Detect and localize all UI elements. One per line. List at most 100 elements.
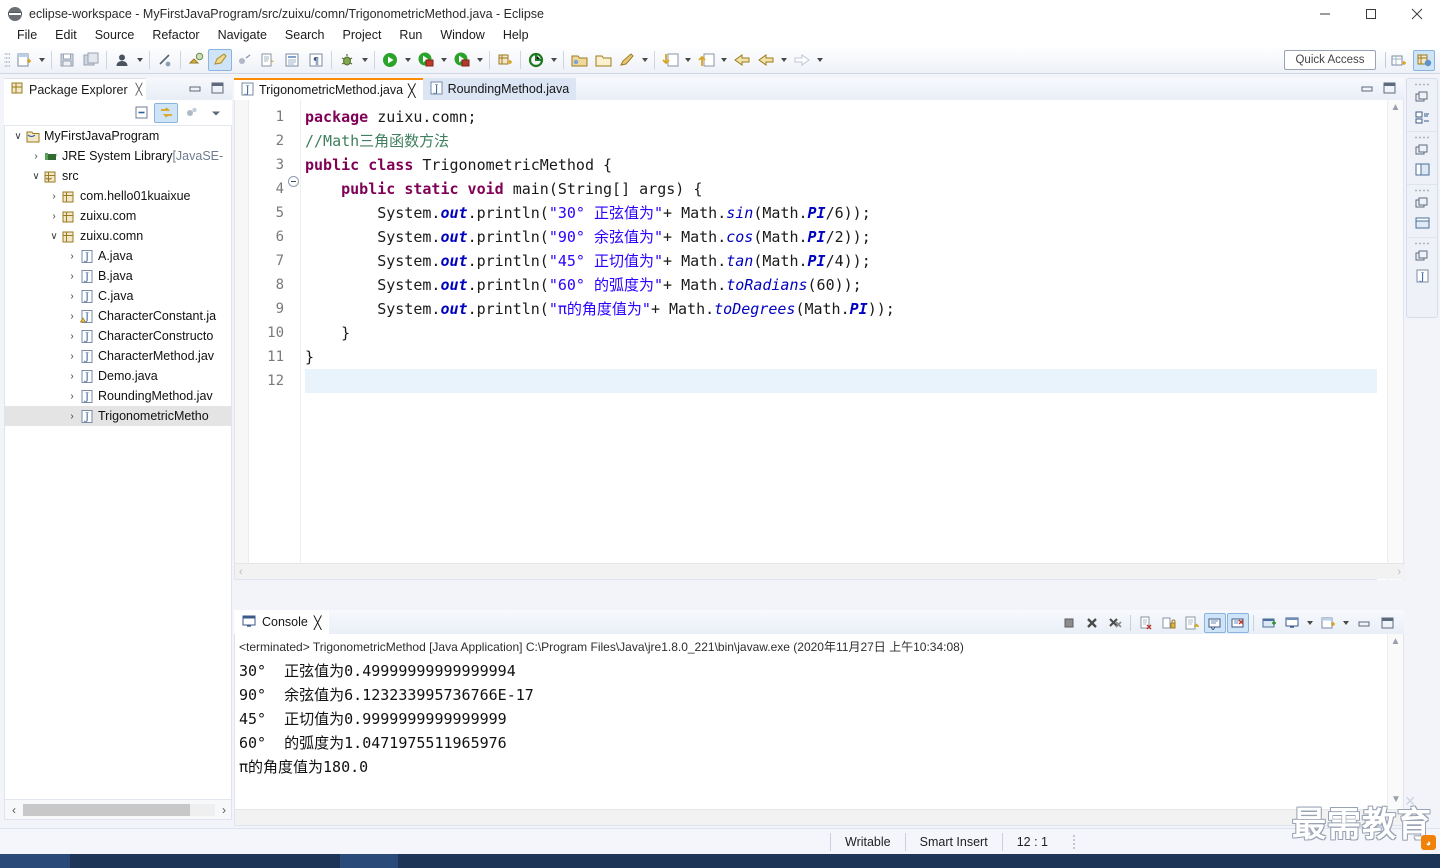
import-icon[interactable]	[658, 49, 682, 71]
previous-edit-icon[interactable]	[730, 49, 754, 71]
menu-project[interactable]: Project	[334, 26, 391, 44]
coverage-dropdown[interactable]	[548, 49, 560, 71]
chevron-down-icon[interactable]: ∨	[47, 231, 61, 242]
menu-navigate[interactable]: Navigate	[209, 26, 276, 44]
maximize-button[interactable]	[210, 81, 224, 98]
chevron-right-icon[interactable]: ›	[65, 371, 79, 382]
menu-run[interactable]: Run	[390, 26, 431, 44]
tree-item-b-java[interactable]: › J B.java	[5, 266, 231, 286]
close-icon[interactable]: ╳	[408, 83, 416, 98]
link-with-editor-icon[interactable]	[154, 102, 178, 123]
taskbar-item[interactable]	[0, 854, 70, 868]
save-icon[interactable]	[55, 49, 79, 71]
scroll-up-icon[interactable]: ▲	[1388, 634, 1403, 650]
chevron-right-icon[interactable]: ›	[65, 291, 79, 302]
export-icon[interactable]	[694, 49, 718, 71]
scroll-up-icon[interactable]: ▲	[1388, 100, 1403, 116]
open-console-icon[interactable]	[1317, 613, 1339, 633]
console-body[interactable]: <terminated> TrigonometricMethod [Java A…	[234, 634, 1404, 826]
chevron-down-icon[interactable]: ∨	[11, 131, 25, 142]
menu-search[interactable]: Search	[276, 26, 334, 44]
clear-console-icon[interactable]	[1135, 613, 1157, 633]
menu-source[interactable]: Source	[86, 26, 144, 44]
tree-item-c-java[interactable]: › J C.java	[5, 286, 231, 306]
close-icon[interactable]: ╳	[314, 615, 322, 630]
chevron-right-icon[interactable]: ›	[47, 191, 61, 202]
open-task-icon[interactable]	[280, 49, 304, 71]
minimize-button[interactable]	[1353, 613, 1375, 633]
pilcrow-icon[interactable]: ¶	[304, 49, 328, 71]
coverage-icon[interactable]	[524, 49, 548, 71]
user-dropdown[interactable]	[134, 49, 146, 71]
code-line[interactable]: package zuixu.comn;	[305, 105, 1377, 129]
new-wizard-icon[interactable]	[12, 49, 36, 71]
java-perspective-icon[interactable]	[1413, 50, 1435, 71]
annotations-icon[interactable]	[232, 49, 256, 71]
editor-code[interactable]: package zuixu.comn; //Math三角函数方法 public cl…	[305, 100, 1377, 393]
editor-body[interactable]: 1 2 3 4 5 6 7 8 9 10 11 12 package zuixu.comn;//Mat…	[234, 100, 1405, 580]
chevron-right-icon[interactable]: ›	[47, 211, 61, 222]
back-icon[interactable]	[754, 49, 778, 71]
quick-access-input[interactable]: Quick Access	[1284, 50, 1376, 70]
tree-item-myfirstjavaprogram[interactable]: ∨ MyFirstJavaProgram	[5, 126, 231, 146]
scroll-right-icon[interactable]: ›	[215, 803, 231, 817]
scroll-left-icon[interactable]: ‹	[5, 803, 23, 817]
menu-file[interactable]: File	[8, 26, 46, 44]
tree-item-roundingmethod-jav[interactable]: › J RoundingMethod.jav	[5, 386, 231, 406]
maximize-button[interactable]	[1376, 613, 1398, 633]
menu-refactor[interactable]: Refactor	[143, 26, 208, 44]
console-output[interactable]: 30° 正弦值为0.49999999999999994 90° 余弦值为6.123…	[235, 657, 1403, 779]
tree-item-charactermethod-jav[interactable]: › J CharacterMethod.jav	[5, 346, 231, 366]
restore-icon[interactable]	[1411, 246, 1433, 266]
menu-help[interactable]: Help	[494, 26, 538, 44]
open-resource-icon[interactable]	[591, 49, 615, 71]
run-dropdown[interactable]	[402, 49, 414, 71]
run-icon[interactable]	[378, 49, 402, 71]
scroll-thumb[interactable]	[23, 803, 190, 816]
menu-window[interactable]: Window	[431, 26, 493, 44]
maximize-button[interactable]	[1382, 81, 1396, 98]
tree-item-demo-java[interactable]: › J Demo.java	[5, 366, 231, 386]
code-line[interactable]: public class TrigonometricMethod {	[305, 153, 1377, 177]
code-line[interactable]: System.out.println("90° 余弦值为"+ Math.cos(…	[305, 225, 1377, 249]
restore-icon[interactable]	[1411, 193, 1433, 213]
code-line[interactable]: }	[305, 345, 1377, 369]
scroll-right-icon[interactable]: ›	[1397, 566, 1401, 578]
new-wizard-dropdown[interactable]	[36, 49, 48, 71]
word-wrap-icon[interactable]	[1181, 613, 1203, 633]
remove-all-terminated-icon[interactable]	[1104, 613, 1126, 633]
back-dropdown[interactable]	[778, 49, 790, 71]
new-java-package-icon[interactable]	[493, 49, 517, 71]
scroll-left-icon[interactable]: ‹	[239, 566, 243, 578]
chevron-right-icon[interactable]: ›	[65, 411, 79, 422]
open-perspective-icon[interactable]	[1388, 50, 1410, 71]
chevron-right-icon[interactable]: ›	[65, 251, 79, 262]
chevron-right-icon[interactable]: ›	[65, 351, 79, 362]
toolbar-grip[interactable]	[4, 50, 10, 69]
focus-on-active-task-icon[interactable]	[179, 103, 203, 123]
menu-edit[interactable]: Edit	[46, 26, 86, 44]
run-last-tool-dropdown[interactable]	[438, 49, 450, 71]
import-dropdown[interactable]	[682, 49, 694, 71]
tree-item-jre-system-library[interactable]: › JRE System Library [JavaSE-	[5, 146, 231, 166]
terminate-icon[interactable]	[1058, 613, 1080, 633]
chevron-right-icon[interactable]: ›	[29, 151, 43, 162]
tab-trigonometricmethod-java[interactable]: J TrigonometricMethod.java ╳	[234, 78, 423, 100]
display-selected-console-icon[interactable]	[1281, 613, 1303, 633]
tree-horizontal-scrollbar[interactable]: ‹ ›	[5, 799, 231, 819]
open-type-icon[interactable]	[256, 49, 280, 71]
code-line[interactable]	[305, 369, 1377, 393]
minimize-button[interactable]	[1360, 82, 1374, 97]
code-line[interactable]: System.out.println("π的角度值为"+ Math.toDegr…	[305, 297, 1377, 321]
chevron-down-icon[interactable]: ∨	[29, 171, 43, 182]
console-vertical-scrollbar[interactable]: ▲ ▼	[1387, 634, 1403, 808]
editor-overview-ruler[interactable]	[1377, 100, 1387, 580]
next-annotation-icon[interactable]	[184, 49, 208, 71]
project-tree[interactable]: ∨ MyFirstJavaProgram › JRE System Library […	[4, 126, 232, 820]
code-line[interactable]: //Math三角函数方法	[305, 129, 1377, 153]
outline-view-icon[interactable]	[1411, 160, 1433, 180]
external-tools-dropdown[interactable]	[474, 49, 486, 71]
chevron-right-icon[interactable]: ›	[65, 331, 79, 342]
open-console-arrow[interactable]	[1340, 612, 1352, 634]
tree-item-com-hello01kuaixue[interactable]: › com.hello01kuaixue	[5, 186, 231, 206]
